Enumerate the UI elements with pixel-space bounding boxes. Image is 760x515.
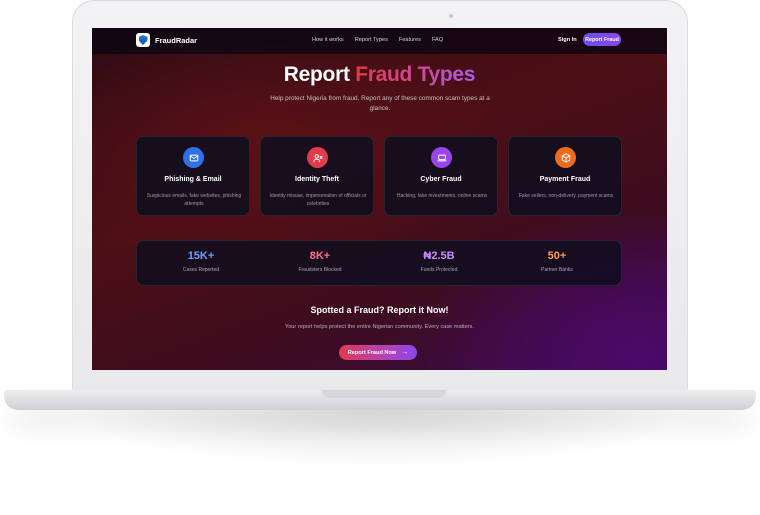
sign-in-link[interactable]: Sign In xyxy=(558,37,577,43)
screen: FraudRadar How it works Report Types Fea… xyxy=(92,28,667,370)
card-title: Payment Fraud xyxy=(539,176,591,183)
laptop-shadow xyxy=(60,408,700,468)
card-identity-theft[interactable]: Identity Theft Identity misuse, imperson… xyxy=(260,136,374,216)
stat-value: 50+ xyxy=(547,250,567,262)
title-plain: Report xyxy=(283,63,356,86)
box-icon xyxy=(555,147,576,168)
card-title: Identity Theft xyxy=(295,176,339,183)
card-cyber-fraud[interactable]: Cyber Fraud Hacking, fake investments, o… xyxy=(384,136,498,216)
stat-partner-banks: 50+ Partner Banks xyxy=(507,250,607,273)
card-title: Cyber Fraud xyxy=(420,176,462,183)
card-description: Identity misuse, impersonation of offici… xyxy=(269,193,367,207)
card-description: Suspicious emails, fake websites, phishi… xyxy=(146,193,242,207)
nav-link-faq[interactable]: FAQ xyxy=(432,37,443,43)
card-description: Fake sellers, non-delivery, payment scam… xyxy=(518,193,614,199)
nav-link-features[interactable]: Features xyxy=(399,37,421,43)
stat-value: 8K+ xyxy=(309,250,331,262)
laptop-base xyxy=(4,390,756,410)
cta-subtitle: Your report helps protect the entire Nig… xyxy=(284,324,475,330)
cta-title: Spotted a Fraud? Report it Now! xyxy=(310,305,449,315)
stats-panel: 15K+ Cases Reported 8K+ Fraudsters Block… xyxy=(136,240,622,286)
brand-name: FraudRadar xyxy=(155,35,198,45)
laptop-notch xyxy=(322,390,446,398)
stat-cases-reported: 15K+ Cases Reported xyxy=(151,250,251,273)
stat-label: Partner Banks xyxy=(541,267,573,273)
brand[interactable]: FraudRadar xyxy=(136,33,197,47)
shield-logo-icon xyxy=(136,33,150,47)
report-fraud-now-label: Report Fraud Now xyxy=(347,349,397,356)
stat-label: Funds Protected xyxy=(420,267,458,273)
stat-label: Cases Reported xyxy=(182,267,220,273)
stat-value: 15K+ xyxy=(187,250,215,262)
page-title: Report Fraud Types xyxy=(92,63,667,87)
stat-fraudsters-blocked: 8K+ Fraudsters Blocked xyxy=(270,250,370,273)
title-accent: Fraud Types xyxy=(355,63,476,86)
card-description: Hacking, fake investments, online scams xyxy=(396,193,488,199)
nav-link-report-types[interactable]: Report Types xyxy=(355,37,388,43)
user-x-icon xyxy=(307,147,328,168)
card-phishing[interactable]: Phishing & Email Suspicious emails, fake… xyxy=(136,136,250,216)
page-subtitle: Help protect Nigeria from fraud. Report … xyxy=(270,95,490,112)
nav-link-how-it-works[interactable]: How it works xyxy=(312,37,344,43)
nav-links: How it works Report Types Features FAQ xyxy=(312,37,443,43)
stat-label: Fraudsters Blocked xyxy=(298,267,342,273)
stat-value: ₦2.5B xyxy=(423,250,455,262)
stat-funds-protected: ₦2.5B Funds Protected xyxy=(389,250,489,273)
card-payment-fraud[interactable]: Payment Fraud Fake sellers, non-delivery… xyxy=(508,136,622,216)
report-fraud-button[interactable]: Report Fraud xyxy=(583,33,621,46)
top-nav: FraudRadar How it works Report Types Fea… xyxy=(92,28,667,54)
mail-icon xyxy=(183,147,204,168)
camera-dot xyxy=(449,14,453,18)
report-fraud-now-button[interactable]: Report Fraud Now → xyxy=(339,345,417,360)
card-title: Phishing & Email xyxy=(164,176,222,183)
arrow-right-icon: → xyxy=(401,349,409,356)
laptop-icon xyxy=(431,147,452,168)
